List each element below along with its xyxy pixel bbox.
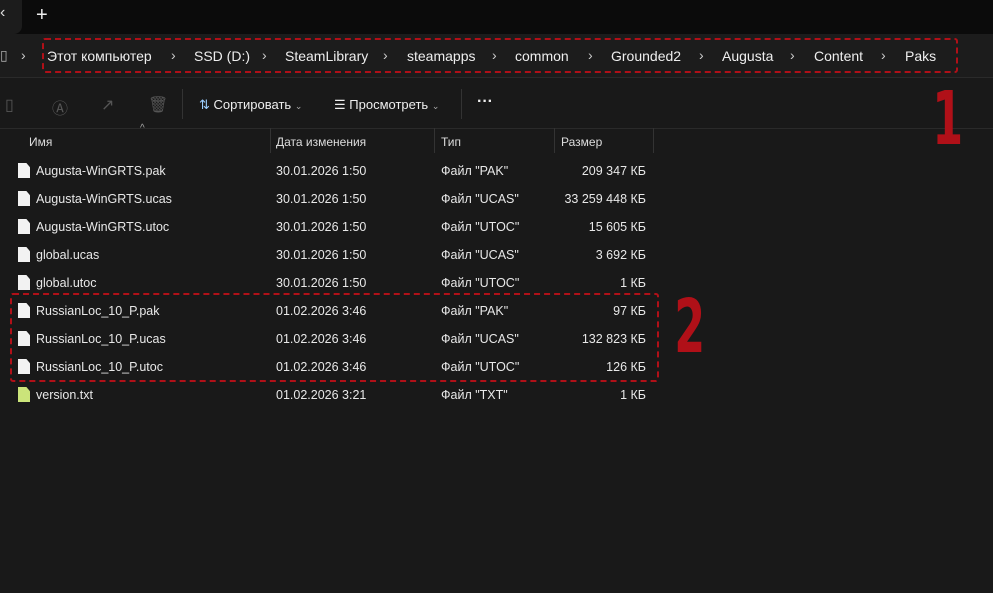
file-size: 15 605 КБ [588,220,646,234]
file-size: 1 КБ [620,276,646,290]
share-icon[interactable]: ↗ [101,95,114,115]
toolbar-divider [182,89,183,119]
file-icon [18,191,30,206]
file-date: 30.01.2026 1:50 [276,248,367,262]
file-size: 1 КБ [620,388,646,402]
file-name: global.ucas [36,248,100,262]
delete-icon[interactable]: 🗑 [148,95,168,115]
new-tab-button[interactable]: + [36,4,48,27]
close-tab-icon[interactable]: ‹ [0,0,22,34]
file-row[interactable]: global.ucas 30.01.2026 1:50 Файл "UCAS" … [0,241,993,269]
file-name: Augusta-WinGRTS.ucas [36,192,172,206]
file-size: 33 259 448 КБ [564,192,646,206]
file-type: Файл "TXT" [441,388,508,402]
column-header-type[interactable]: Тип [441,135,461,149]
command-bar: ▯ Ⓐ ↗ 🗑 ⇅ Сортировать ⌄ ☰ Просмотреть ⌄ … [0,79,993,129]
file-date: 30.01.2026 1:50 [276,220,367,234]
computer-icon: ▯ [0,47,8,63]
file-size: 209 347 КБ [581,164,646,178]
column-divider[interactable] [434,128,435,153]
file-icon [18,219,30,234]
file-date: 30.01.2026 1:50 [276,164,367,178]
column-divider[interactable] [653,128,654,153]
file-row[interactable]: version.txt 01.02.2026 3:21 Файл "TXT" 1… [0,381,993,409]
tab-strip: ‹ + [0,0,993,34]
file-icon [18,247,30,262]
file-row[interactable]: Augusta-WinGRTS.utoc 30.01.2026 1:50 Фай… [0,213,993,241]
file-type: Файл "UCAS" [441,192,519,206]
chevron-right-icon: › [21,47,26,63]
view-icon: ☰ [334,97,346,112]
column-header-size[interactable]: Размер [561,135,602,149]
file-row[interactable]: Augusta-WinGRTS.ucas 30.01.2026 1:50 Фай… [0,185,993,213]
file-date: 30.01.2026 1:50 [276,276,367,290]
paste-icon[interactable]: ▯ [5,95,14,115]
annotation-mark-1: 1 [932,76,964,162]
view-button[interactable]: ☰ Просмотреть ⌄ [334,97,439,113]
file-size: 3 692 КБ [595,248,646,262]
file-type: Файл "UTOC" [441,276,520,290]
file-name: Augusta-WinGRTS.utoc [36,220,170,234]
file-name: version.txt [36,388,93,402]
file-name: global.utoc [36,276,97,290]
annotation-mark-2: 2 [674,284,706,370]
sort-ascending-icon: ^ [140,123,145,134]
file-type: Файл "UCAS" [441,248,519,262]
file-date: 01.02.2026 3:21 [276,388,367,402]
column-headers: ^ Имя Дата изменения Тип Размер [0,123,993,153]
sort-button[interactable]: ⇅ Сортировать ⌄ [199,97,302,113]
rename-icon[interactable]: Ⓐ [52,95,68,119]
file-type: Файл "PAK" [441,164,509,178]
sort-icon: ⇅ [199,97,210,112]
file-type: Файл "UTOC" [441,220,520,234]
file-row[interactable]: Augusta-WinGRTS.pak 30.01.2026 1:50 Файл… [0,157,993,185]
file-icon [18,275,30,290]
text-file-icon [18,387,30,402]
more-options-button[interactable]: ··· [477,93,493,111]
file-date: 30.01.2026 1:50 [276,192,367,206]
chevron-down-icon: ⌄ [431,101,440,111]
column-divider[interactable] [554,128,555,153]
column-header-date[interactable]: Дата изменения [276,135,366,149]
chevron-down-icon: ⌄ [294,101,303,111]
column-header-name[interactable]: Имя [29,135,52,149]
annotation-box-breadcrumb [42,38,958,73]
file-name: Augusta-WinGRTS.pak [36,164,166,178]
column-divider[interactable] [270,128,271,153]
annotation-box-files [10,293,659,382]
file-icon [18,163,30,178]
toolbar-divider [461,89,462,119]
